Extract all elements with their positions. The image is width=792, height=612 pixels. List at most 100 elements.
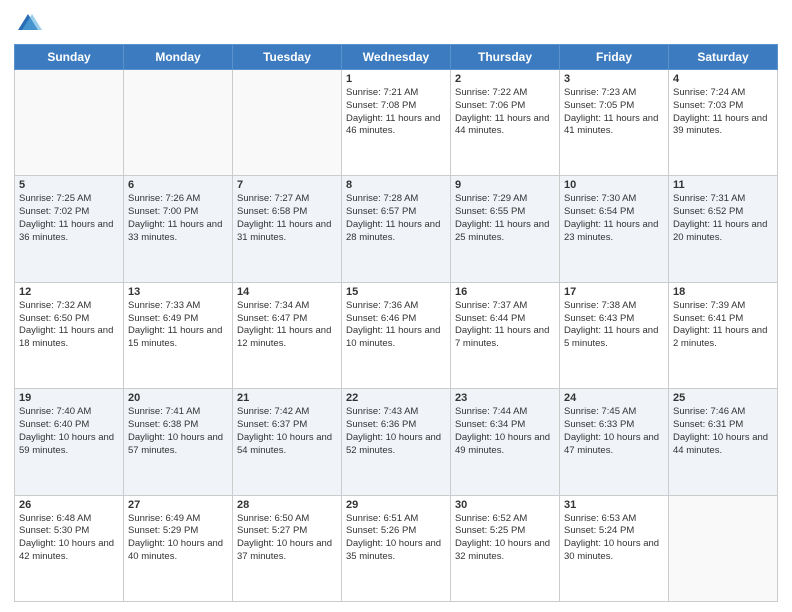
day-info: Sunset: 5:26 PM	[346, 525, 446, 538]
calendar-cell: 22Sunrise: 7:43 AMSunset: 6:36 PMDayligh…	[342, 389, 451, 495]
header	[14, 10, 778, 38]
day-info: Daylight: 10 hours and 30 minutes.	[564, 538, 664, 564]
day-info: Sunrise: 7:38 AM	[564, 300, 664, 313]
day-number: 12	[19, 286, 119, 298]
day-info: Sunrise: 6:48 AM	[19, 513, 119, 526]
calendar-cell: 11Sunrise: 7:31 AMSunset: 6:52 PMDayligh…	[669, 176, 778, 282]
day-info: Sunrise: 6:49 AM	[128, 513, 228, 526]
day-header-friday: Friday	[560, 45, 669, 70]
day-info: Sunset: 7:05 PM	[564, 100, 664, 113]
day-number: 15	[346, 286, 446, 298]
day-info: Sunset: 6:55 PM	[455, 206, 555, 219]
calendar-cell: 4Sunrise: 7:24 AMSunset: 7:03 PMDaylight…	[669, 70, 778, 176]
day-number: 21	[237, 392, 337, 404]
day-info: Daylight: 11 hours and 44 minutes.	[455, 113, 555, 139]
day-info: Sunset: 6:34 PM	[455, 419, 555, 432]
day-info: Sunset: 6:54 PM	[564, 206, 664, 219]
day-number: 4	[673, 73, 773, 85]
day-info: Sunrise: 7:21 AM	[346, 87, 446, 100]
day-info: Daylight: 11 hours and 25 minutes.	[455, 219, 555, 245]
day-info: Sunset: 6:44 PM	[455, 313, 555, 326]
day-number: 13	[128, 286, 228, 298]
day-number: 7	[237, 179, 337, 191]
day-info: Daylight: 10 hours and 37 minutes.	[237, 538, 337, 564]
day-info: Sunset: 6:49 PM	[128, 313, 228, 326]
calendar-week-2: 12 Sunrise: 7:32 AMSunset: 6:50 PM Dayligh…	[15, 282, 778, 388]
calendar-cell: 17Sunrise: 7:38 AMSunset: 6:43 PMDayligh…	[560, 282, 669, 388]
day-info: Sunset: 5:25 PM	[455, 525, 555, 538]
day-number: 14	[237, 286, 337, 298]
day-number: 28	[237, 499, 337, 511]
calendar-week-4: 26 Sunrise: 6:48 AMSunset: 5:30 PM Dayligh…	[15, 495, 778, 601]
day-number: 1	[346, 73, 446, 85]
day-info: Sunset: 6:52 PM	[673, 206, 773, 219]
day-info: Daylight: 11 hours and 5 minutes.	[564, 325, 664, 351]
day-info: Daylight: 11 hours and 39 minutes.	[673, 113, 773, 139]
day-info: Sunset: 7:00 PM	[128, 206, 228, 219]
day-info: Sunset: 6:58 PM	[237, 206, 337, 219]
day-info: Daylight: 11 hours and 23 minutes.	[564, 219, 664, 245]
day-info: Sunset: 7:02 PM	[19, 206, 119, 219]
calendar-cell: 16Sunrise: 7:37 AMSunset: 6:44 PMDayligh…	[451, 282, 560, 388]
day-number: 24	[564, 392, 664, 404]
calendar-table: SundayMondayTuesdayWednesdayThursdayFrid…	[14, 44, 778, 602]
calendar-cell: 21Sunrise: 7:42 AMSunset: 6:37 PMDayligh…	[233, 389, 342, 495]
day-info: Daylight: 11 hours and 10 minutes.	[346, 325, 446, 351]
day-info: Daylight: 10 hours and 59 minutes.	[19, 432, 119, 458]
day-info: Sunset: 6:36 PM	[346, 419, 446, 432]
day-info: Daylight: 11 hours and 46 minutes.	[346, 113, 446, 139]
day-info: Sunset: 5:30 PM	[19, 525, 119, 538]
day-number: 26	[19, 499, 119, 511]
day-number: 9	[455, 179, 555, 191]
day-info: Sunrise: 7:32 AM	[19, 300, 119, 313]
day-info: Sunrise: 7:44 AM	[455, 406, 555, 419]
day-info: Sunset: 7:08 PM	[346, 100, 446, 113]
day-info: Sunset: 6:46 PM	[346, 313, 446, 326]
day-info: Sunrise: 7:29 AM	[455, 193, 555, 206]
day-info: Sunset: 6:37 PM	[237, 419, 337, 432]
day-info: Daylight: 11 hours and 41 minutes.	[564, 113, 664, 139]
day-info: Sunset: 7:03 PM	[673, 100, 773, 113]
day-info: Sunrise: 7:43 AM	[346, 406, 446, 419]
day-info: Daylight: 10 hours and 40 minutes.	[128, 538, 228, 564]
day-header-tuesday: Tuesday	[233, 45, 342, 70]
day-info: Daylight: 10 hours and 54 minutes.	[237, 432, 337, 458]
day-info: Sunrise: 7:31 AM	[673, 193, 773, 206]
day-info: Sunset: 5:29 PM	[128, 525, 228, 538]
day-number: 19	[19, 392, 119, 404]
logo	[14, 10, 46, 38]
day-info: Sunset: 6:40 PM	[19, 419, 119, 432]
day-number: 22	[346, 392, 446, 404]
day-number: 17	[564, 286, 664, 298]
day-header-sunday: Sunday	[15, 45, 124, 70]
day-number: 6	[128, 179, 228, 191]
day-info: Sunrise: 7:36 AM	[346, 300, 446, 313]
calendar-cell	[669, 495, 778, 601]
day-info: Daylight: 11 hours and 28 minutes.	[346, 219, 446, 245]
day-info: Sunrise: 7:40 AM	[19, 406, 119, 419]
day-number: 16	[455, 286, 555, 298]
day-info: Sunset: 6:41 PM	[673, 313, 773, 326]
calendar-cell: 27 Sunrise: 6:49 AMSunset: 5:29 PMDayligh…	[124, 495, 233, 601]
day-info: Daylight: 11 hours and 7 minutes.	[455, 325, 555, 351]
day-header-thursday: Thursday	[451, 45, 560, 70]
logo-icon	[14, 10, 42, 38]
calendar-cell: 3Sunrise: 7:23 AMSunset: 7:05 PMDaylight…	[560, 70, 669, 176]
day-info: Sunrise: 7:26 AM	[128, 193, 228, 206]
calendar-cell: 26Sunrise: 6:48 AMSunset: 5:30 PMDayligh…	[15, 495, 124, 601]
day-info: Sunset: 6:50 PM	[19, 313, 119, 326]
day-number: 2	[455, 73, 555, 85]
day-info: Daylight: 10 hours and 35 minutes.	[346, 538, 446, 564]
day-number: 10	[564, 179, 664, 191]
calendar-cell: 10Sunrise: 7:30 AMSunset: 6:54 PMDayligh…	[560, 176, 669, 282]
calendar-cell	[233, 70, 342, 176]
day-number: 29	[346, 499, 446, 511]
day-info: Sunrise: 7:45 AM	[564, 406, 664, 419]
day-info: Daylight: 11 hours and 33 minutes.	[128, 219, 228, 245]
calendar-cell: 20Sunrise: 7:41 AMSunset: 6:38 PMDayligh…	[124, 389, 233, 495]
day-info: Sunrise: 7:41 AM	[128, 406, 228, 419]
calendar-cell: 19 Sunrise: 7:40 AMSunset: 6:40 PMDayligh…	[15, 389, 124, 495]
day-number: 27	[128, 499, 228, 511]
day-number: 3	[564, 73, 664, 85]
calendar-week-3: 19Sunrise: 7:40 AMSunset: 6:40 PMDayligh…	[15, 389, 778, 495]
